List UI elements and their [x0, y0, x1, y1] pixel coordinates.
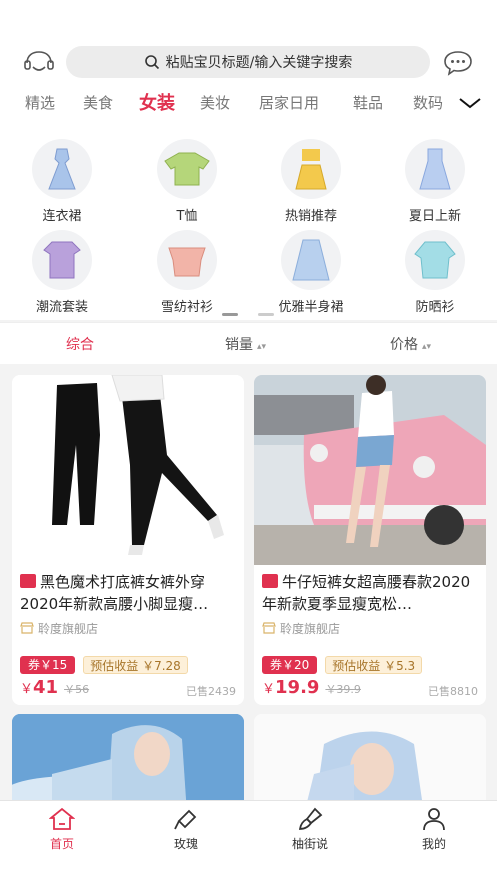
grid-item-sunshirt[interactable]: 防晒衫 — [385, 230, 485, 315]
product-card[interactable]: 牛仔短裤女超高腰春款2020年新款夏季显瘦宽松… 聆度旗舰店 券￥20 预估收益… — [254, 375, 486, 705]
category-tabs: 精选 美食 女装 美妆 居家日用 鞋品 数码 — [0, 88, 497, 118]
grid-label: T恤 — [176, 209, 198, 224]
product-card[interactable] — [254, 714, 486, 814]
tab-label: 柚街说 — [291, 837, 328, 851]
price: ￥19.9 — [262, 677, 319, 698]
shop-icon — [20, 622, 34, 634]
sort-arrows-icon: ▴▾ — [257, 342, 267, 352]
skirt-icon — [281, 230, 341, 290]
tab-mine[interactable]: 我的 — [394, 807, 474, 852]
category-tab-shoes[interactable]: 鞋品 — [353, 92, 383, 113]
search-icon — [144, 55, 159, 70]
shop-name: 聆度旗舰店 — [280, 621, 341, 636]
search-bar[interactable]: 粘贴宝贝标题/输入关键字搜索 — [66, 46, 430, 78]
page-dot — [258, 313, 274, 316]
category-tab-food[interactable]: 美食 — [83, 92, 113, 113]
sold-count: 已售2439 — [186, 685, 236, 698]
brush-icon — [270, 807, 350, 831]
chevron-down-icon[interactable] — [450, 88, 490, 118]
category-tab-womens-clothing[interactable]: 女装 — [139, 89, 175, 115]
tshirt-icon — [157, 139, 217, 199]
sold-count: 已售8810 — [428, 685, 478, 698]
customer-service-icon[interactable] — [22, 46, 56, 80]
dress-icon — [32, 139, 92, 199]
product-title-text: 牛仔短裤女超高腰春款2020年新款夏季显瘦宽松… — [262, 573, 471, 613]
tab-home[interactable]: 首页 — [22, 807, 102, 852]
home-icon — [22, 807, 102, 831]
price-value: 19.9 — [275, 677, 320, 698]
product-title-text: 黑色魔术打底裤女裤外穿2020年新款高腰小脚显瘦… — [20, 573, 209, 613]
sort-price[interactable]: 价格 ▴▾ — [390, 334, 431, 354]
top-bar: 粘贴宝贝标题/输入关键字搜索 — [0, 44, 497, 82]
price-row: ￥41 ￥56 已售2439 — [12, 677, 244, 703]
search-placeholder: 粘贴宝贝标题/输入关键字搜索 — [165, 55, 353, 71]
category-tab-featured[interactable]: 精选 — [25, 92, 55, 113]
chiffon-shirt-icon — [157, 230, 217, 290]
tmall-badge-icon — [262, 574, 278, 588]
summer-dress-icon — [405, 139, 465, 199]
category-tab-home[interactable]: 居家日用 — [259, 92, 319, 113]
sort-bar: 综合 销量 ▴▾ 价格 ▴▾ — [0, 322, 497, 364]
sort-comprehensive[interactable]: 综合 — [66, 334, 94, 354]
hot-dress-icon — [281, 139, 341, 199]
product-card[interactable]: 黑色魔术打底裤女裤外穿2020年新款高腰小脚显瘦… 聆度旗舰店 券￥15 预估收… — [12, 375, 244, 705]
outfit-icon — [32, 230, 92, 290]
rose-icon — [146, 807, 226, 831]
page-dot-active — [222, 313, 238, 316]
sort-price-label: 价格 — [390, 337, 418, 353]
original-price: ￥39.9 — [325, 683, 361, 696]
product-card[interactable] — [12, 714, 244, 814]
grid-item-chiffon[interactable]: 雪纺衬衫 — [137, 230, 237, 315]
tag-row: 券￥20 预估收益 ￥5.3 — [254, 637, 486, 677]
grid-item-skirt[interactable]: 优雅半身裙 — [261, 230, 361, 315]
original-price: ￥56 — [64, 683, 90, 696]
shop-name: 聆度旗舰店 — [38, 621, 99, 636]
product-image — [12, 714, 244, 814]
message-icon[interactable] — [441, 46, 475, 80]
earn-badge: 预估收益 ￥7.28 — [83, 656, 188, 674]
price-row: ￥19.9 ￥39.9 已售8810 — [254, 677, 486, 703]
grid-item-summer[interactable]: 夏日上新 — [385, 139, 485, 224]
grid-item-dress[interactable]: 连衣裙 — [12, 139, 112, 224]
grid-item-hot[interactable]: 热销推荐 — [261, 139, 361, 224]
shop-row: 聆度旗舰店 — [254, 617, 486, 637]
price-value: 41 — [33, 677, 59, 698]
product-image — [254, 375, 486, 565]
shop-icon — [262, 622, 276, 634]
category-tab-digital[interactable]: 数码 — [413, 92, 443, 113]
grid-label: 连衣裙 — [42, 209, 82, 224]
tab-label: 玫瑰 — [173, 837, 198, 851]
tab-street[interactable]: 柚街说 — [270, 807, 350, 852]
bottom-tab-bar: 首页 玫瑰 柚街说 我的 — [0, 800, 497, 883]
page-indicator — [0, 313, 497, 317]
grid-label: 热销推荐 — [284, 209, 337, 224]
product-title: 牛仔短裤女超高腰春款2020年新款夏季显瘦宽松… — [254, 565, 486, 617]
tab-label: 我的 — [421, 837, 446, 851]
price-currency: ￥ — [20, 682, 34, 697]
sun-shirt-icon — [405, 230, 465, 290]
grid-label: 夏日上新 — [408, 209, 461, 224]
sort-sales[interactable]: 销量 ▴▾ — [225, 334, 266, 354]
product-image — [254, 714, 486, 814]
grid-item-outfit[interactable]: 潮流套装 — [12, 230, 112, 315]
product-image — [12, 375, 244, 565]
tab-label: 首页 — [49, 837, 74, 851]
earn-badge: 预估收益 ￥5.3 — [325, 656, 423, 674]
tab-rose[interactable]: 玫瑰 — [146, 807, 226, 852]
tag-row: 券￥15 预估收益 ￥7.28 — [12, 637, 244, 677]
price: ￥41 — [20, 677, 58, 698]
product-title: 黑色魔术打底裤女裤外穿2020年新款高腰小脚显瘦… — [12, 565, 244, 617]
coupon-badge[interactable]: 券￥20 — [262, 656, 318, 674]
shop-row: 聆度旗舰店 — [12, 617, 244, 637]
sort-sales-label: 销量 — [225, 337, 253, 353]
category-tab-beauty[interactable]: 美妆 — [200, 92, 230, 113]
sort-arrows-icon: ▴▾ — [422, 342, 432, 352]
user-icon — [394, 807, 474, 831]
price-currency: ￥ — [262, 682, 276, 697]
coupon-badge[interactable]: 券￥15 — [20, 656, 76, 674]
grid-item-tshirt[interactable]: T恤 — [137, 139, 237, 224]
tmall-badge-icon — [20, 574, 36, 588]
